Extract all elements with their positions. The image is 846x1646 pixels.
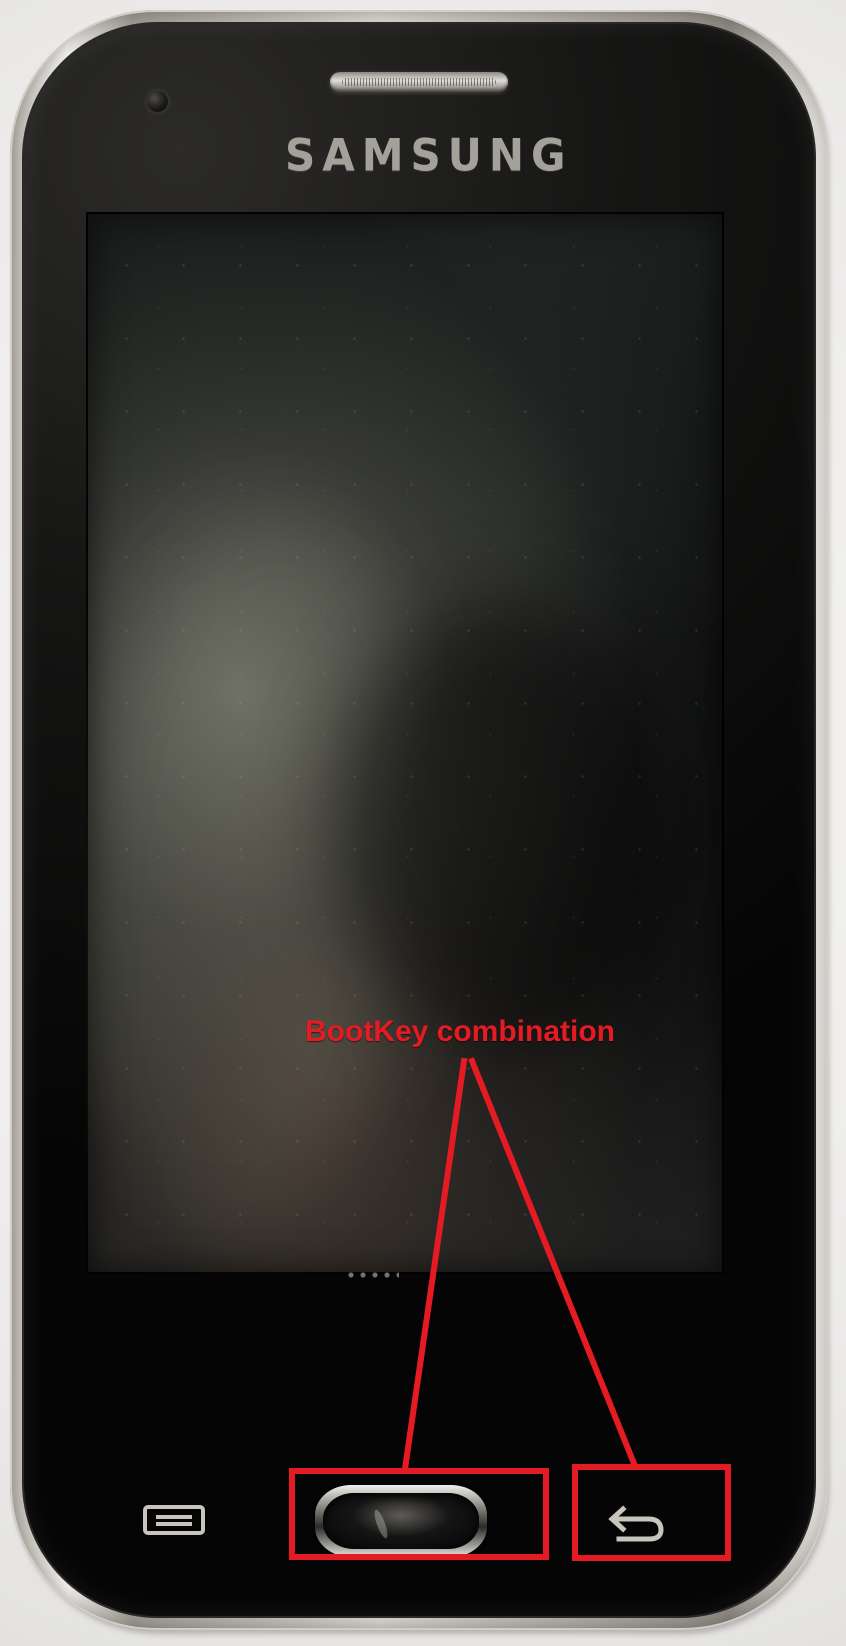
bootkey-combination-annotation: BootKey combination — [305, 1015, 616, 1048]
speaker-grille — [342, 78, 496, 86]
menu-button[interactable] — [143, 1504, 205, 1536]
back-button[interactable] — [607, 1504, 665, 1542]
screen-dust-specks — [86, 212, 724, 1274]
back-arrow-icon — [608, 1505, 664, 1542]
samsung-logo: SAMSUNG — [285, 129, 573, 182]
phone-screen — [86, 212, 724, 1274]
home-button[interactable] — [315, 1485, 487, 1557]
menu-icon — [143, 1505, 205, 1535]
front-camera-icon — [147, 91, 168, 112]
samsung-phone-photo: SAMSUNG BootKey combination — [0, 0, 846, 1646]
home-button-face — [323, 1493, 479, 1549]
screen-glint-dots — [345, 1271, 399, 1279]
